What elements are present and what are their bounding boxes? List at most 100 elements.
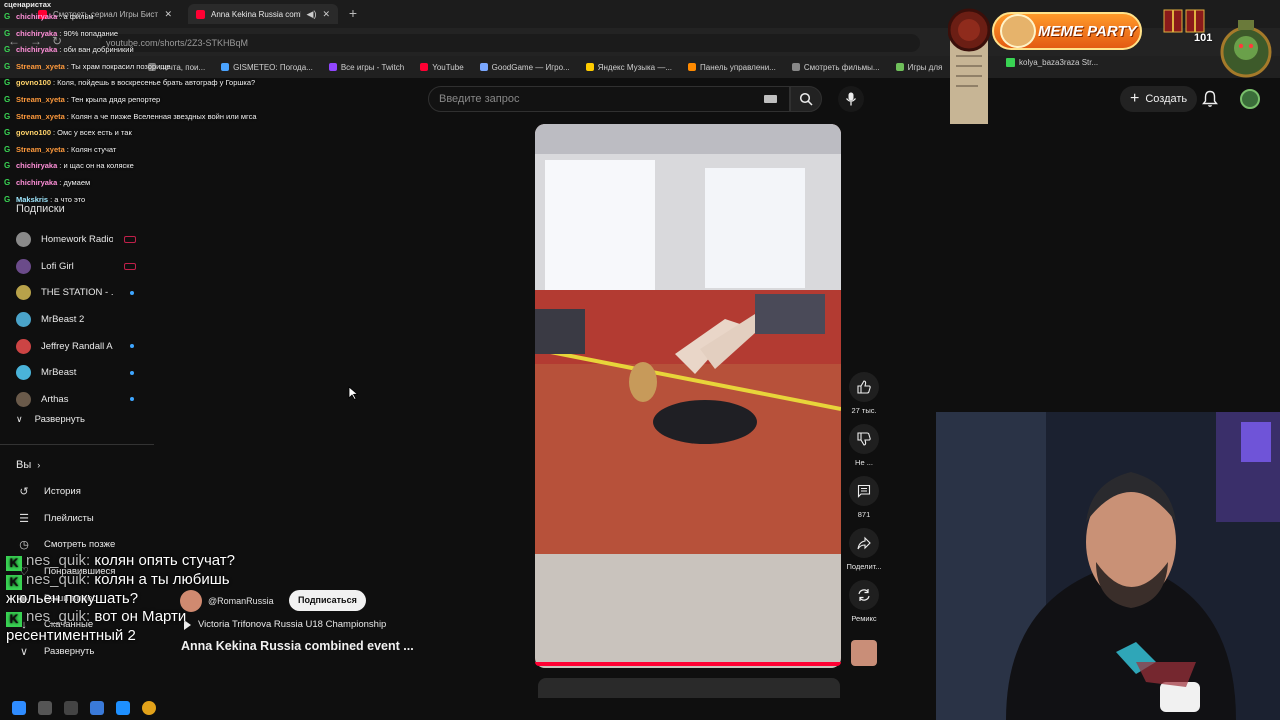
kill-count: 101 bbox=[1194, 32, 1213, 44]
short-actions: 27 тыс. Не ... 871 Поделит... Ремикс bbox=[842, 372, 886, 632]
subscription-item[interactable]: Lofi Girl bbox=[16, 253, 156, 280]
remix-label: Ремикс bbox=[851, 614, 877, 623]
scroll-emblem-icon bbox=[948, 8, 990, 124]
mic-icon bbox=[845, 92, 857, 106]
share-button[interactable]: Поделит... bbox=[842, 528, 886, 580]
subscription-item[interactable]: Jeffrey Randall A... bbox=[16, 333, 156, 360]
subscription-item[interactable]: MrBeast bbox=[16, 359, 156, 386]
taskbar-app-icon[interactable] bbox=[90, 701, 104, 715]
comment-count: 871 bbox=[857, 510, 871, 519]
remix-button[interactable]: Ремикс bbox=[842, 580, 886, 632]
new-content-dot bbox=[130, 397, 134, 402]
bookmark-item[interactable]: Панель управлени... bbox=[680, 63, 784, 72]
chrome-icon[interactable] bbox=[142, 701, 156, 715]
chat-text: : Колян а че пизже Вселенная звездных во… bbox=[66, 111, 257, 121]
like-button[interactable]: 27 тыс. bbox=[842, 372, 886, 424]
next-short-preview[interactable] bbox=[538, 678, 840, 698]
new-content-dot bbox=[130, 344, 134, 349]
subscriptions-list: Homework Radio Lofi Girl THE STATION - ...… bbox=[16, 226, 156, 413]
sound-thumbnail[interactable] bbox=[851, 640, 877, 666]
chat-username: nes_quik: bbox=[26, 552, 91, 569]
kick-stream-tab[interactable]: kolya_baza3raza Str... bbox=[1006, 58, 1098, 67]
comments-button[interactable]: 871 bbox=[842, 476, 886, 528]
subscription-item[interactable]: MrBeast 2 bbox=[16, 306, 156, 333]
chat-message: Gchichiryaka: оби ван добриникий bbox=[4, 42, 294, 59]
chat-text: колян а ты любишь bbox=[94, 571, 230, 588]
youtube-icon bbox=[420, 63, 429, 71]
chat-username: nes_quik: bbox=[26, 608, 91, 625]
short-video-player[interactable] bbox=[535, 124, 841, 668]
video-frame bbox=[535, 124, 841, 668]
keyboard-icon[interactable] bbox=[764, 95, 777, 103]
taskbar-app-icon[interactable] bbox=[64, 701, 78, 715]
bookmark-label: Смотреть фильмы... bbox=[803, 62, 880, 72]
subscription-item[interactable]: THE STATION - ... bbox=[16, 279, 156, 306]
thumbs-down-icon bbox=[857, 432, 871, 446]
bookmark-item[interactable]: Смотреть фильмы... bbox=[784, 63, 888, 72]
kick-icon: K bbox=[6, 556, 22, 571]
subscription-item[interactable]: Arthas bbox=[16, 386, 156, 413]
chevron-down-icon: ∨ bbox=[16, 414, 23, 424]
chat-message: G Stream_xyeta: Колян стучат bbox=[4, 142, 294, 159]
mouse-cursor-icon bbox=[348, 386, 358, 400]
bookmark-label: Все игры - Twitch bbox=[340, 62, 405, 72]
voice-search-button[interactable] bbox=[838, 86, 864, 112]
plus-icon: + bbox=[1130, 90, 1140, 107]
chat-text: : Коля, пойдешь в воскресенье брать авто… bbox=[53, 78, 256, 88]
subscription-label: MrBeast 2 bbox=[41, 313, 85, 325]
watch-later-icon: ◷ bbox=[19, 539, 29, 552]
comment-icon bbox=[857, 484, 871, 498]
chat-text: : оби ван добриникий bbox=[59, 45, 134, 55]
chevron-right-icon: › bbox=[37, 460, 41, 470]
chat-message: G Stream_xyeta: Ты храм покрасил позорище bbox=[4, 59, 294, 76]
windows-start-icon[interactable] bbox=[12, 701, 26, 715]
chat-username: Makskris bbox=[16, 194, 49, 204]
channel-avatar bbox=[16, 365, 31, 381]
account-avatar[interactable] bbox=[1240, 89, 1260, 109]
you-item-label: История bbox=[44, 485, 81, 497]
notifications-bell-icon[interactable] bbox=[1202, 90, 1218, 108]
channel-avatar bbox=[16, 285, 31, 301]
new-content-dot bbox=[130, 370, 134, 375]
new-tab-button[interactable]: + bbox=[344, 6, 362, 22]
you-section-heading[interactable]: Вы › bbox=[16, 459, 40, 471]
live-icon bbox=[124, 235, 136, 243]
subscription-label: THE STATION - ... bbox=[41, 287, 113, 299]
chat-message-large: Knes_quik: колян опять стучат? bbox=[6, 552, 296, 571]
chat-username: govno100 bbox=[16, 78, 52, 88]
search-input[interactable]: Введите запрос bbox=[428, 86, 790, 112]
search-button[interactable] bbox=[790, 86, 822, 112]
chat-text: : Тен крыла дядя репортер bbox=[66, 94, 161, 104]
channel-avatar bbox=[16, 231, 31, 247]
chat-message-large: Knes_quik: колян а ты любишь bbox=[6, 571, 296, 590]
close-tab-icon[interactable]: ✕ bbox=[322, 9, 330, 20]
like-count: 27 тыс. bbox=[851, 406, 877, 415]
bookmark-item[interactable]: Все игры - Twitch bbox=[321, 63, 412, 72]
chat-text: : думаем bbox=[59, 177, 91, 187]
speaker-icon[interactable]: ◀) bbox=[307, 9, 317, 20]
you-item[interactable]: ↺ История bbox=[16, 478, 156, 505]
chat-message: Ggovno100: Коля, пойдешь в воскресенье б… bbox=[4, 75, 294, 92]
movies-icon bbox=[791, 63, 800, 71]
taskbar-app-icon[interactable] bbox=[116, 701, 130, 715]
subscription-item[interactable]: Homework Radio bbox=[16, 226, 156, 253]
create-button[interactable]: + Создать bbox=[1120, 86, 1198, 112]
dislike-button[interactable]: Не ... bbox=[842, 424, 886, 476]
you-item[interactable]: ☰ Плейлисты bbox=[16, 505, 156, 532]
goodgame-icon: G bbox=[4, 78, 11, 88]
video-progress-bar[interactable] bbox=[535, 662, 841, 666]
streamer-webcam bbox=[936, 412, 1280, 720]
chat-header-text: сценаристах bbox=[4, 0, 52, 9]
expand-subscriptions-button[interactable]: ∨ Развернуть bbox=[16, 414, 85, 425]
you-item-label: Развернуть bbox=[44, 645, 95, 657]
bookmark-label: Яндекс Музыка —... bbox=[597, 62, 673, 72]
bookmark-item[interactable]: Яндекс Музыка —... bbox=[578, 63, 680, 72]
subscribe-button[interactable]: Подписаться bbox=[289, 590, 366, 611]
chat-text: жюльен покушать? bbox=[6, 590, 139, 607]
goodgame-icon: G bbox=[4, 177, 11, 187]
bookmark-item[interactable]: Игры для bbox=[888, 63, 951, 72]
bookmark-item[interactable]: YouTube bbox=[412, 63, 471, 72]
bookmark-item[interactable]: GoodGame — Игро... bbox=[472, 63, 578, 72]
chevron-down-icon: ∨ bbox=[19, 645, 29, 658]
taskbar-app-icon[interactable] bbox=[38, 701, 52, 715]
